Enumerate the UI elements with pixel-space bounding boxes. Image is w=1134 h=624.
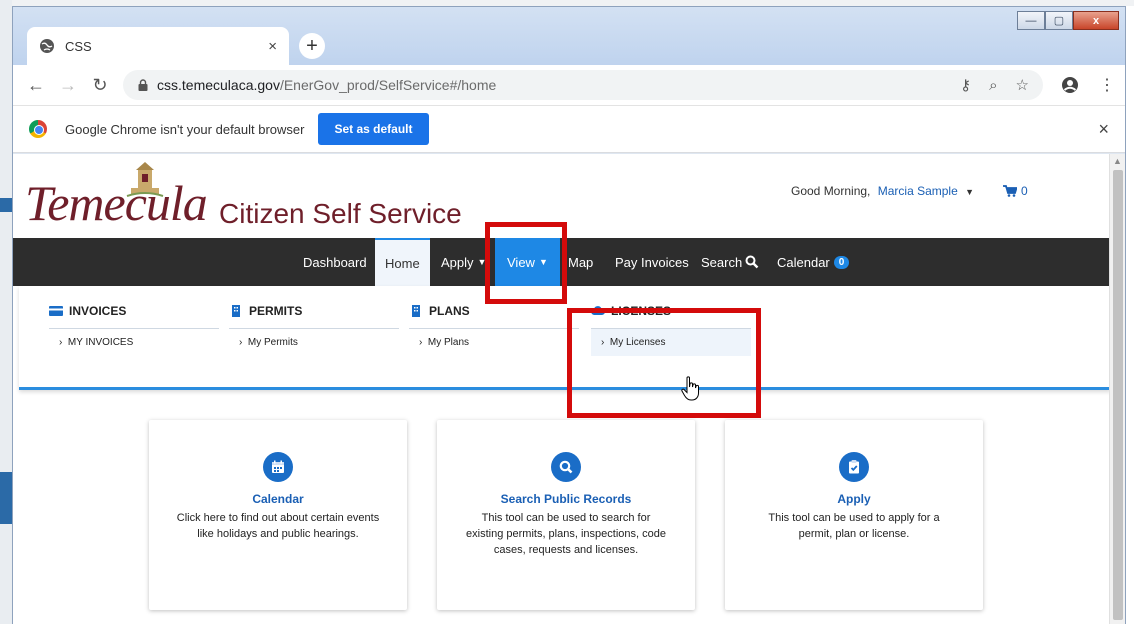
new-tab-button[interactable]: + <box>299 33 325 59</box>
minimize-button[interactable]: — <box>1017 11 1045 30</box>
invoice-icon <box>49 306 63 316</box>
infobar-message: Google Chrome isn't your default browser <box>65 121 305 137</box>
chevron-down-icon: ▼ <box>965 187 975 197</box>
window-controls: — ▢ x <box>1017 11 1119 30</box>
nav-map[interactable]: Map <box>568 238 593 286</box>
scroll-up-icon[interactable]: ▲ <box>1113 156 1122 166</box>
nav-label: Calendar <box>777 254 830 270</box>
cart-icon <box>1003 185 1017 197</box>
hand-pointer-cursor-icon <box>681 376 699 401</box>
browser-tab[interactable]: CSS × <box>27 27 289 65</box>
url-path: /EnerGov_prod/SelfService#/home <box>279 77 497 93</box>
menu-item-my-permits[interactable]: › My Permits <box>229 329 399 356</box>
scrollbar-thumb[interactable] <box>1113 170 1123 620</box>
nav-home[interactable]: Home <box>375 238 430 286</box>
menu-column-plans: PLANS › My Plans <box>409 304 579 356</box>
card-title[interactable]: Search Public Records <box>437 492 695 506</box>
address-bar[interactable]: css.temeculaca.gov/EnerGov_prod/SelfServ… <box>123 70 1043 100</box>
card-description: This tool can be used to apply for a per… <box>768 512 940 540</box>
calendar-badge: 0 <box>833 255 850 269</box>
user-name: Marcia Sample <box>877 184 958 198</box>
desktop-mark <box>0 198 12 212</box>
building-icon <box>412 305 420 317</box>
maximize-button[interactable]: ▢ <box>1045 11 1073 30</box>
nav-label: Home <box>385 255 420 271</box>
card-description: Click here to find out about certain eve… <box>176 512 380 540</box>
card-search-public-records[interactable]: Search Public Records This tool can be u… <box>437 420 695 610</box>
chrome-icon <box>29 120 47 138</box>
card-apply[interactable]: Apply This tool can be used to apply for… <box>725 420 983 610</box>
desktop-strip <box>0 0 12 624</box>
menu-item-label: MY INVOICES <box>67 337 134 348</box>
search-icon <box>551 452 581 482</box>
profile-icon[interactable] <box>1061 76 1079 94</box>
building-icon <box>232 305 240 317</box>
search-icon <box>745 255 759 269</box>
forward-icon[interactable]: → <box>55 75 81 96</box>
page-scrollbar[interactable]: ▲ <box>1109 154 1125 624</box>
url-host: css.temeculaca.gov <box>157 77 280 93</box>
infobar-close-icon[interactable]: × <box>1098 119 1109 140</box>
greeting: Good Morning, Marcia Sample ▼ <box>791 184 974 198</box>
close-window-button[interactable]: x <box>1073 11 1119 30</box>
nav-label: Search <box>701 254 743 270</box>
nav-calendar[interactable]: Calendar 0 <box>777 238 850 286</box>
logo-subtitle: Citizen Self Service <box>219 198 462 229</box>
logo-script-text: Temecula <box>25 175 208 231</box>
nav-label: Apply <box>441 254 474 270</box>
nav-label: Map <box>568 254 594 270</box>
annotation-highlight-licenses <box>567 308 761 418</box>
menu-heading-label: PERMITS <box>249 304 303 318</box>
nav-search[interactable]: Search <box>701 238 759 286</box>
card-title[interactable]: Calendar <box>149 492 407 506</box>
menu-item-label: My Permits <box>247 337 298 348</box>
card-description: This tool can be used to search for exis… <box>466 512 666 556</box>
nav-apply[interactable]: Apply ▼ <box>441 238 486 286</box>
zoom-icon[interactable]: ⌕ <box>989 77 997 94</box>
back-icon[interactable]: ← <box>23 75 49 96</box>
card-title[interactable]: Apply <box>725 492 983 506</box>
tab-strip: CSS × + — ▢ x <box>13 7 1125 65</box>
menu-heading-invoices: INVOICES <box>49 304 219 329</box>
menu-column-invoices: INVOICES › MY INVOICES <box>49 304 219 356</box>
browser-toolbar: ← → ↻ css.temeculaca.gov/EnerGov_prod/Se… <box>13 65 1125 105</box>
nav-label: Pay Invoices <box>615 254 689 270</box>
reload-icon[interactable]: ↻ <box>87 75 113 96</box>
menu-icon[interactable]: ⋮ <box>1099 75 1115 95</box>
cart-link[interactable]: 0 <box>1003 184 1028 198</box>
default-browser-infobar: Google Chrome isn't your default browser… <box>13 105 1125 153</box>
annotation-highlight-view <box>485 222 567 304</box>
menu-item-label: My Plans <box>427 337 470 348</box>
clipboard-check-icon <box>839 452 869 482</box>
nav-label: Dashboard <box>303 254 367 270</box>
menu-item-my-plans[interactable]: › My Plans <box>409 329 579 356</box>
globe-icon <box>40 39 54 53</box>
menu-heading-label: PLANS <box>429 304 470 318</box>
tab-close-icon[interactable]: × <box>268 38 277 55</box>
page-viewport: Temecula Citizen Self Service Good Morni… <box>13 154 1125 624</box>
tab-title: CSS <box>65 38 92 54</box>
greeting-text: Good Morning, <box>791 184 871 198</box>
user-menu[interactable]: Marcia Sample ▼ <box>878 184 974 198</box>
desktop-mark <box>0 472 12 524</box>
card-calendar[interactable]: Calendar Click here to find out about ce… <box>149 420 407 610</box>
lock-icon <box>138 79 148 91</box>
nav-dashboard[interactable]: Dashboard <box>303 238 367 286</box>
cart-count: 0 <box>1021 184 1028 198</box>
menu-heading-permits: PERMITS <box>229 304 399 329</box>
menu-item-my-invoices[interactable]: › MY INVOICES <box>49 329 219 356</box>
browser-window: CSS × + — ▢ x ← → ↻ css.temeculaca.gov/E… <box>12 6 1126 624</box>
calendar-icon <box>263 452 293 482</box>
nav-pay-invoices[interactable]: Pay Invoices <box>615 238 689 286</box>
set-default-button[interactable]: Set as default <box>318 113 429 145</box>
menu-heading-label: INVOICES <box>69 304 127 318</box>
menu-column-permits: PERMITS › My Permits <box>229 304 399 356</box>
key-icon[interactable]: ⚷ <box>960 76 971 94</box>
site-logo[interactable]: Temecula Citizen Self Service <box>25 160 475 238</box>
star-icon[interactable]: ☆ <box>1016 76 1029 94</box>
menu-heading-plans: PLANS <box>409 304 579 329</box>
